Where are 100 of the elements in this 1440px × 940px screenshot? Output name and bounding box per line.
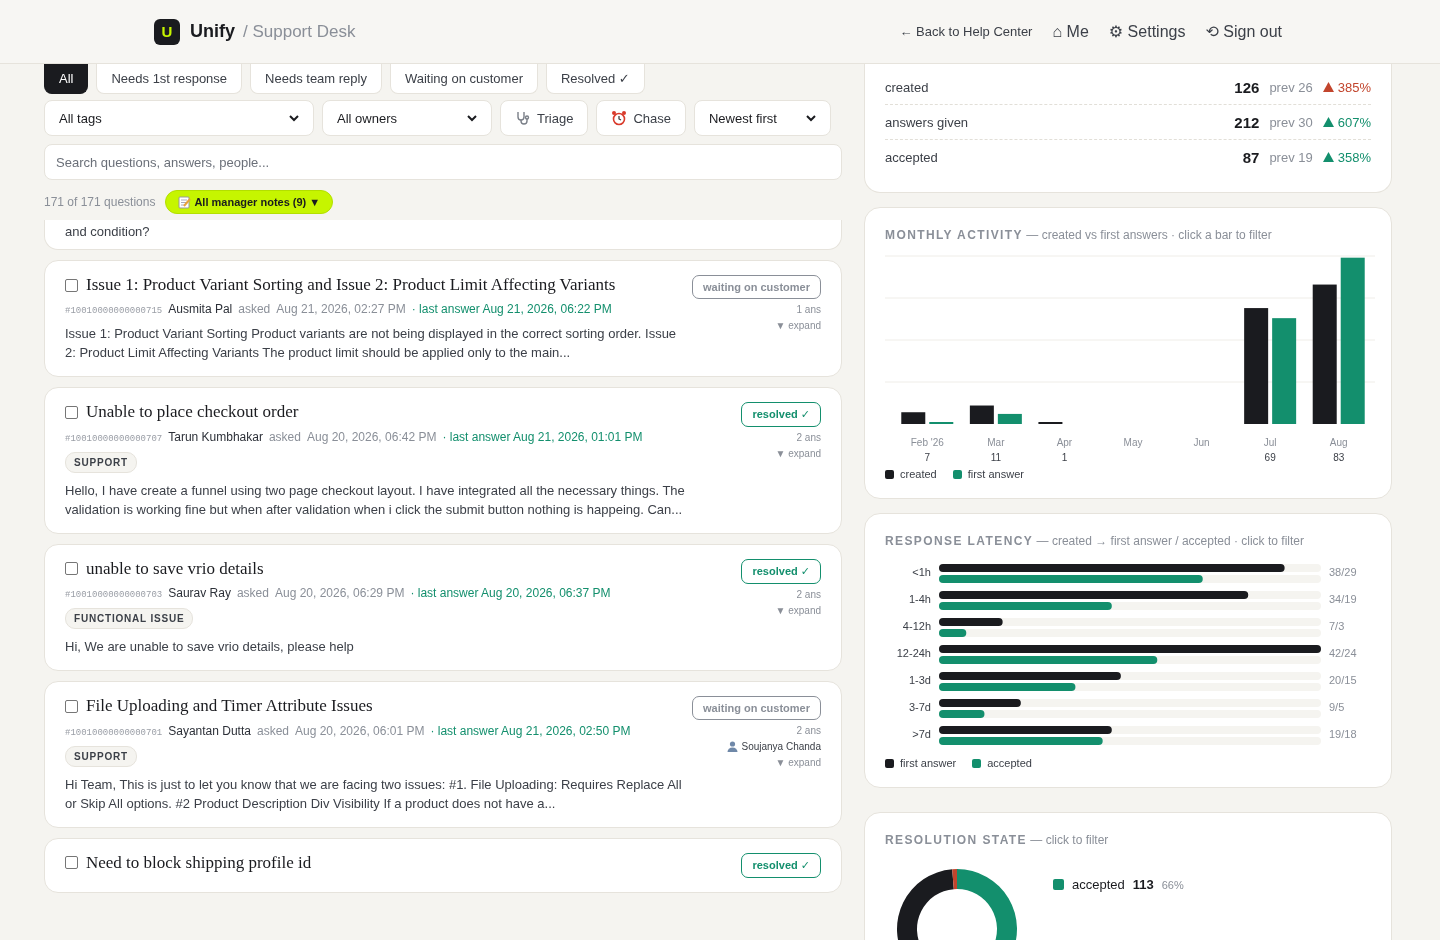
author-name: Ausmita Pal [168, 302, 233, 317]
axis-label: May [1123, 437, 1143, 448]
axis-label: 12-24h [896, 647, 931, 659]
panel-title: RESPONSE LATENCY — created → first answer / accepted · click to filter [885, 534, 1305, 548]
latency-bar[interactable] [939, 699, 1321, 707]
filter-tab[interactable]: Resolved ✓ [546, 64, 645, 94]
axis-label: Mar [987, 437, 1005, 448]
filter-tab[interactable]: All [44, 64, 89, 94]
last-answer-date: · last answer Aug 20, 2026, 06:37 PM [410, 586, 611, 601]
tag-chip[interactable]: SUPPORT [65, 745, 137, 767]
action-button[interactable]: Triage [500, 100, 589, 136]
nav-link[interactable]: ⌂ Me [1052, 22, 1089, 41]
chevron-down-icon [289, 114, 299, 122]
count-label: 1 [1061, 452, 1068, 462]
legend-label: first answer [900, 757, 957, 769]
checkbox[interactable] [65, 699, 78, 713]
question-title[interactable]: unable to save vrio details [86, 558, 264, 580]
count-label: 69 [1264, 452, 1276, 462]
stat-change: 607% [1337, 114, 1371, 130]
axis-label: >7d [912, 728, 931, 740]
question-title[interactable]: File Uploading and Timer Attribute Issues [86, 696, 373, 717]
stat-value: 212 [1234, 113, 1260, 131]
axis-label: Jun [1193, 437, 1210, 448]
latency-bar[interactable] [939, 726, 1321, 734]
axis-label: 1-4h [908, 593, 931, 605]
manager-notes-chip[interactable]: All manager notes (9) ▼ [165, 190, 334, 214]
checkbox[interactable] [65, 278, 78, 292]
bar[interactable] [901, 412, 926, 424]
memo-icon [178, 195, 192, 209]
asked-label: asked [238, 302, 271, 317]
author-name: Tarun Kumbhakar [168, 429, 263, 444]
value-label: 38/29 [1329, 566, 1357, 578]
value-label: 19/18 [1329, 728, 1357, 740]
bar[interactable] [969, 405, 994, 424]
answer-count: 2 ans [796, 432, 821, 444]
panel-title: RESOLUTION STATE — click to filter [885, 833, 1110, 847]
axis-label: Feb '26 [910, 437, 944, 448]
nav-link[interactable]: ⚙ Settings [1108, 22, 1186, 41]
asked-date: Aug 20, 2026, 06:29 PM [274, 586, 405, 601]
asked-date: Aug 20, 2026, 06:42 PM [306, 429, 437, 444]
nav-link[interactable]: ← Back to Help Center [899, 24, 1033, 39]
logo[interactable]: U [154, 18, 180, 45]
legend-label: created [900, 468, 937, 480]
stat-label: answers given [885, 114, 969, 130]
legend-share: 66% [1161, 878, 1184, 891]
question-title[interactable]: Unable to place checkout order [86, 402, 299, 423]
last-answer-date: · last answer Aug 21, 2026, 02:50 PM [430, 723, 631, 738]
dropdown[interactable]: All owners [322, 100, 492, 136]
action-button[interactable]: Chase [596, 100, 686, 136]
filter-tab[interactable]: Needs 1st response [96, 64, 243, 94]
axis-label: <1h [912, 566, 931, 578]
chevron-down-icon [467, 114, 477, 122]
tag-chip[interactable]: FUNCTIONAL ISSUE [65, 608, 194, 630]
stat-change: 358% [1337, 149, 1371, 165]
legend-label[interactable]: accepted [1072, 877, 1125, 892]
checkbox[interactable] [65, 406, 78, 420]
status-badge: waiting on customer [692, 275, 821, 299]
latency-bar[interactable] [939, 591, 1321, 599]
question-id: #10010000000000701 [65, 727, 163, 738]
search-field[interactable]: Search questions, answers, people... [44, 144, 842, 180]
asked-label: asked [268, 429, 301, 444]
last-answer-date: · last answer Aug 21, 2026, 01:01 PM [442, 429, 643, 444]
nav-link[interactable]: ⟲ Sign out [1205, 22, 1282, 41]
axis-label: Jul [1263, 437, 1277, 448]
question-excerpt: Hi Team, This is just to let you know that we are facing two issues: #1. File Uploading: Requires Replace All or Skip All options. #2 Product Description Div Visibility If a product does not have a... [65, 775, 683, 813]
legend-label: accepted [987, 757, 1032, 769]
value-label: 20/15 [1329, 674, 1357, 686]
author-name: Sayantan Dutta [168, 723, 251, 738]
latency-bar[interactable] [939, 618, 1321, 626]
answer-count: 1 ans [796, 304, 821, 315]
filter-tab[interactable]: Needs team reply [250, 64, 382, 94]
question-card[interactable]: and condition? [44, 220, 842, 250]
stat-value: 87 [1242, 148, 1260, 166]
checkbox[interactable] [65, 856, 78, 870]
question-title[interactable]: Need to block shipping profile id [86, 852, 312, 873]
status-badge: resolved ✓ [741, 402, 821, 428]
value-label: 9/5 [1329, 701, 1345, 713]
stat-previous: prev 30 [1269, 114, 1313, 130]
legend-label: first answer [967, 468, 1024, 480]
asked-label: asked [256, 723, 289, 738]
dropdown[interactable]: Newest first [693, 100, 831, 136]
stat-label: created [885, 79, 929, 95]
panel-title: MONTHLY ACTIVITY — created vs first answers · click a bar to filter [885, 228, 1273, 242]
tag-chip[interactable]: SUPPORT [65, 451, 137, 473]
question-excerpt: Issue 1: Product Variant Sorting Product variants are not being displayed in the correct sorting order. Issue 2: Product Limit Affecting Variants The product limit should be applied only to the main... [65, 325, 678, 363]
alarm-clock-icon [611, 110, 628, 126]
chevron-down-icon [805, 114, 816, 122]
status-badge: resolved ✓ [741, 852, 821, 878]
checkbox[interactable] [65, 562, 78, 576]
filter-tab[interactable]: Waiting on customer [389, 64, 538, 94]
axis-label: 3-7d [908, 701, 931, 713]
bar[interactable] [1312, 284, 1337, 424]
question-title[interactable]: Issue 1: Product Variant Sorting and Issue 2: Product Limit Affecting Variants [86, 275, 616, 296]
dropdown[interactable]: All tags [44, 100, 314, 136]
value-label: 42/24 [1329, 647, 1357, 659]
latency-bar[interactable] [939, 564, 1321, 572]
latency-bar[interactable] [939, 672, 1321, 680]
person-icon [727, 741, 739, 753]
status-badge: waiting on customer [692, 696, 821, 721]
bar[interactable] [1244, 308, 1269, 424]
